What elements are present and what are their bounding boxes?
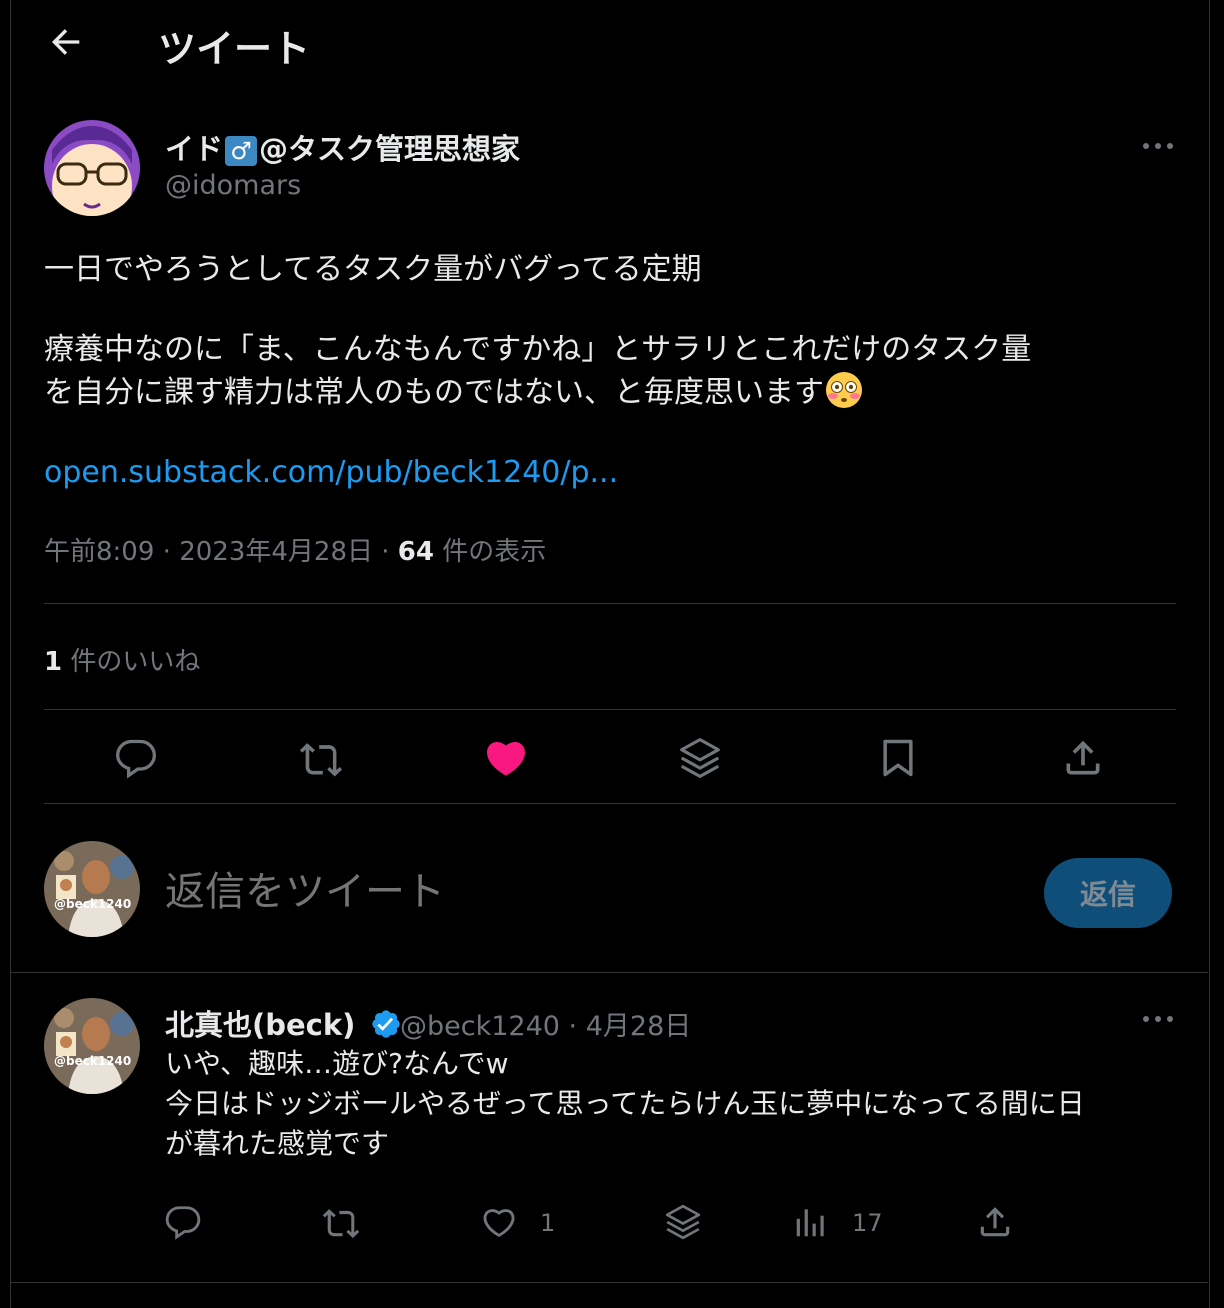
share-icon[interactable] [976, 1203, 1014, 1241]
separator-dot: · [381, 537, 398, 567]
tweet-meta: 午前8:09 · 2023年4月28日 · 64 件の表示 [44, 531, 546, 568]
more-icon[interactable] [1140, 1011, 1176, 1027]
analytics-icon[interactable] [792, 1203, 830, 1241]
avatar-photo [44, 841, 140, 937]
tweet-time[interactable]: 午前8:09 [44, 537, 154, 567]
reply-button[interactable]: 返信 [1044, 858, 1172, 928]
comment-author-name[interactable]: 北真也(beck) [165, 1002, 402, 1044]
bookmark-icon[interactable] [876, 736, 920, 780]
likes-label: 件のいいね [70, 647, 201, 677]
divider [44, 803, 1176, 804]
reply-input[interactable] [165, 862, 1005, 922]
comment-author-avatar[interactable]: @beck1240 [44, 998, 140, 1094]
reply-icon[interactable] [164, 1203, 202, 1241]
current-user-avatar[interactable]: @beck1240 [44, 841, 140, 937]
author-avatar[interactable] [44, 120, 140, 216]
avatar-tag: @beck1240 [54, 1054, 132, 1068]
avatar-illustration [44, 120, 140, 216]
layers-icon[interactable] [664, 1203, 702, 1241]
author-name-suffix: @タスク管理思想家 [259, 132, 521, 166]
retweet-icon[interactable] [322, 1203, 360, 1241]
like-icon[interactable] [484, 736, 528, 780]
back-arrow-icon[interactable] [46, 22, 86, 62]
author-handle[interactable]: @idomars [165, 170, 301, 201]
views-count: 64 [397, 537, 434, 567]
tweet-text-line: を自分に課す精力は常人のものではない、と毎度思います [44, 375, 824, 410]
tweet-link[interactable]: open.substack.com/pub/beck1240/p... [44, 455, 618, 490]
likes-summary[interactable]: 1 件のいいね [44, 641, 200, 678]
comment-text-line: 今日はドッジボールやるぜって思ってたらけん玉に夢中になってる間に日 [165, 1087, 1085, 1120]
male-sign-icon: ♂ [225, 136, 258, 166]
separator-dot: · [162, 537, 180, 567]
likes-count: 1 [44, 647, 63, 677]
comment-like-count: 1 [540, 1209, 556, 1237]
comment-text-line: が暮れた感覚です [165, 1127, 390, 1160]
tweet-text-line-wrap: を自分に課す精力は常人のものではない、と毎度思います [44, 370, 1184, 413]
share-icon[interactable] [1061, 736, 1105, 780]
comment-author-handle[interactable]: @beck1240 [400, 1011, 560, 1042]
comment-text-line: いや、趣味…遊び?なんでw [165, 1047, 509, 1080]
separator-dot: · [568, 1011, 586, 1042]
section-divider [10, 972, 1208, 973]
author-display-name[interactable]: イド ♂ @タスク管理思想家 [165, 126, 520, 168]
comment-date[interactable]: 4月28日 [586, 1011, 692, 1042]
like-icon[interactable] [480, 1203, 518, 1241]
tweet-text-line: 一日でやろうとしてるタスク量がバグってる定期 [44, 252, 702, 287]
flushed-face-icon [826, 372, 862, 408]
views-label: 件の表示 [442, 537, 547, 567]
reply-icon[interactable] [114, 736, 158, 780]
tweet-date[interactable]: 2023年4月28日 [179, 537, 373, 567]
layers-icon[interactable] [678, 736, 722, 780]
section-divider [10, 1282, 1208, 1283]
more-icon[interactable] [1140, 138, 1176, 154]
avatar-tag: @beck1240 [54, 897, 132, 911]
avatar-photo [44, 998, 140, 1094]
comment-view-count: 17 [852, 1209, 883, 1237]
comment-author-name-text: 北真也(beck) [165, 1008, 356, 1042]
author-name-prefix: イド [165, 132, 224, 166]
tweet-text-line: 療養中なのに「ま、こんなもんですかね」とサラリとこれだけのタスク量 [44, 332, 1032, 367]
retweet-icon[interactable] [299, 736, 343, 780]
divider [44, 603, 1176, 604]
divider [44, 709, 1176, 710]
comment-meta: @beck1240 · 4月28日 [400, 1004, 691, 1043]
verified-icon[interactable] [370, 1008, 402, 1040]
page-title: ツイート [158, 27, 311, 71]
